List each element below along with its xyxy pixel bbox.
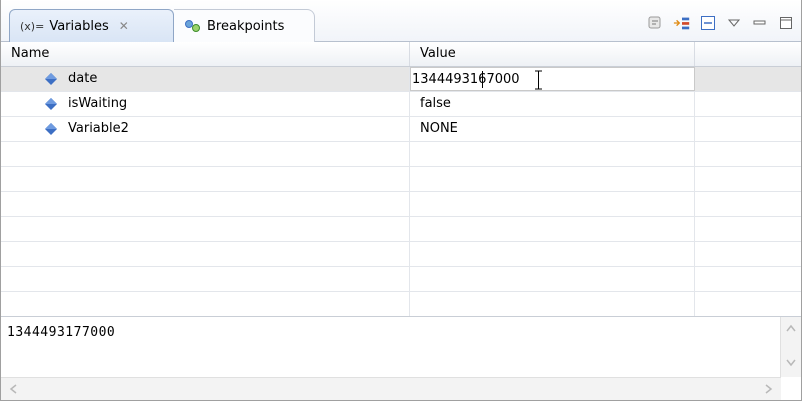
scroll-right-icon[interactable] xyxy=(761,381,777,397)
ibeam-cursor-icon xyxy=(535,70,542,90)
view-tab-bar: (x)= Variables ✕ Breakpoints xyxy=(1,0,801,42)
empty-row xyxy=(1,167,801,192)
variable-name: date xyxy=(68,71,98,86)
value-cell: false xyxy=(410,92,695,116)
empty-row xyxy=(1,292,801,316)
view-menu-icon[interactable] xyxy=(725,14,743,32)
table-row[interactable]: date 1344493167000 xyxy=(1,67,801,92)
variable-icon xyxy=(45,123,57,135)
show-logical-structure-icon[interactable] xyxy=(673,14,691,32)
tab-variables[interactable]: (x)= Variables ✕ xyxy=(9,9,174,42)
variables-table: Name Value date 1344493167000 isWaiting … xyxy=(1,42,801,316)
variables-icon: (x)= xyxy=(20,19,45,33)
name-cell: Variable2 xyxy=(1,117,410,141)
scroll-down-icon[interactable] xyxy=(783,355,799,371)
variable-name: isWaiting xyxy=(68,96,128,111)
breakpoints-icon xyxy=(184,19,202,33)
name-cell: isWaiting xyxy=(1,92,410,116)
tab-breakpoints[interactable]: Breakpoints xyxy=(174,9,315,42)
variables-view: (x)= Variables ✕ Breakpoints Name Value … xyxy=(0,0,802,401)
detail-pane[interactable]: 1344493177000 xyxy=(1,316,801,400)
maximize-icon[interactable] xyxy=(777,14,795,32)
close-icon[interactable]: ✕ xyxy=(119,19,129,33)
tab-breakpoints-label: Breakpoints xyxy=(207,18,285,34)
value-cell: NONE xyxy=(410,117,695,141)
scroll-up-icon[interactable] xyxy=(783,320,799,336)
empty-row xyxy=(1,192,801,217)
table-row[interactable]: isWaiting false xyxy=(1,92,801,117)
variable-icon xyxy=(45,73,57,85)
value-edit-field[interactable]: 1344493167000 xyxy=(410,67,695,91)
variable-name: Variable2 xyxy=(68,121,129,136)
tab-variables-label: Variables xyxy=(49,18,109,34)
text-caret xyxy=(482,71,483,88)
show-type-names-icon[interactable] xyxy=(647,14,665,32)
variable-icon xyxy=(45,98,57,110)
empty-row xyxy=(1,142,801,167)
collapse-all-icon[interactable] xyxy=(699,14,717,32)
table-row[interactable]: Variable2 NONE xyxy=(1,117,801,142)
scroll-left-icon[interactable] xyxy=(5,381,21,397)
minimize-icon[interactable] xyxy=(751,14,769,32)
name-cell: date xyxy=(1,67,410,91)
empty-row xyxy=(1,217,801,242)
variable-value: 1344493167000 xyxy=(412,72,520,87)
horizontal-scrollbar[interactable] xyxy=(1,377,781,400)
detail-text: 1344493177000 xyxy=(7,325,116,340)
vertical-scrollbar[interactable] xyxy=(780,317,801,377)
column-header-value[interactable]: Value xyxy=(410,42,695,66)
table-header: Name Value xyxy=(1,42,801,67)
empty-row xyxy=(1,267,801,292)
variable-value: NONE xyxy=(420,121,458,136)
column-header-name[interactable]: Name xyxy=(1,42,410,66)
empty-row xyxy=(1,242,801,267)
view-toolbar xyxy=(647,14,795,32)
variable-value: false xyxy=(420,96,451,111)
